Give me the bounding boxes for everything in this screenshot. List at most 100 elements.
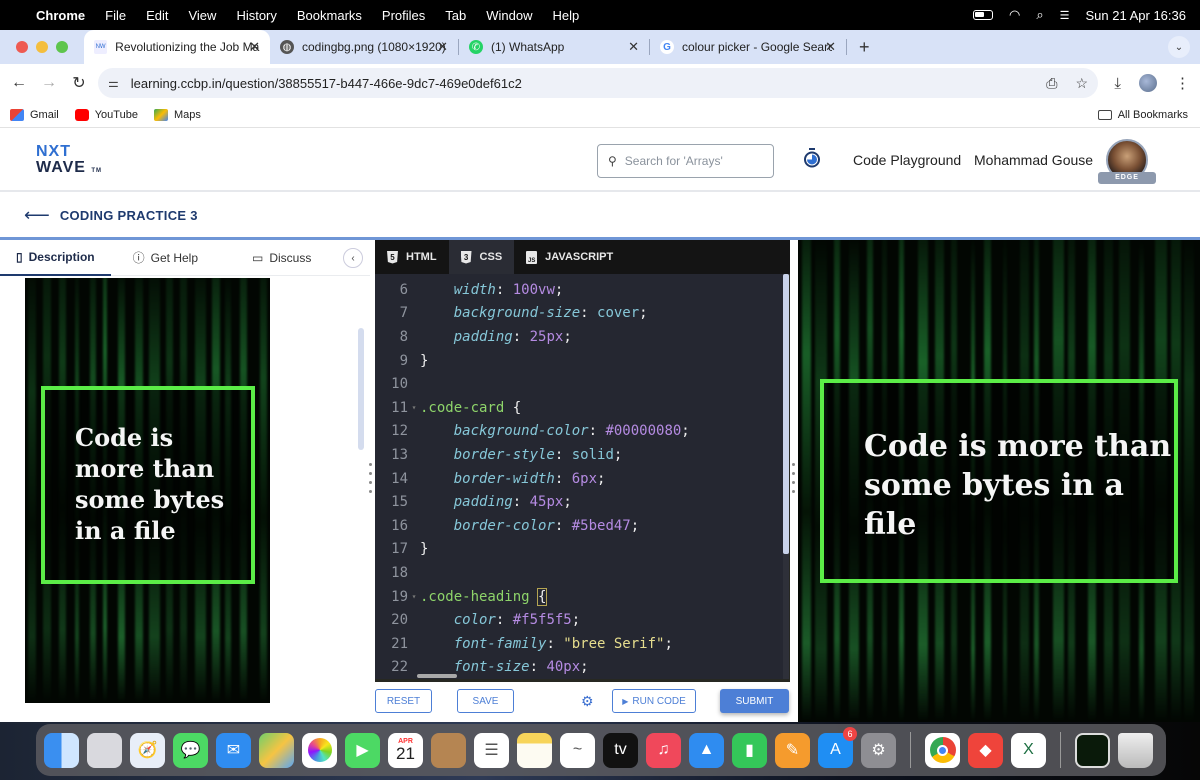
code-playground-link[interactable]: Code Playground bbox=[853, 152, 961, 168]
code-line[interactable]: 7 background-size: cover; bbox=[375, 302, 648, 326]
tab-colour-picker[interactable]: G colour picker - Google Searc ✕ bbox=[650, 30, 846, 64]
fold-toggle-icon[interactable]: ▾ bbox=[408, 403, 420, 412]
dock-trash-icon[interactable] bbox=[1118, 732, 1153, 768]
forward-icon[interactable]: → bbox=[34, 74, 64, 92]
all-bookmarks[interactable]: All Bookmarks bbox=[1097, 109, 1188, 121]
menu-app-name[interactable]: Chrome bbox=[36, 8, 85, 23]
scrollbar-thumb[interactable] bbox=[783, 274, 789, 554]
code-line[interactable]: 9} bbox=[375, 349, 429, 373]
code-line[interactable]: 14 border-width: 6px; bbox=[375, 467, 605, 491]
code-line[interactable]: 19 ▾ .code-heading { bbox=[375, 585, 548, 609]
dock-numbers-icon[interactable]: ▮ bbox=[732, 732, 767, 768]
code-line[interactable]: 12 background-color: #00000080; bbox=[375, 420, 690, 444]
dock-photos-icon[interactable] bbox=[302, 732, 337, 768]
code-line[interactable]: 22 font-size: 40px; bbox=[375, 656, 588, 679]
close-tab-icon[interactable]: ✕ bbox=[437, 39, 448, 55]
menu-window[interactable]: Window bbox=[486, 8, 532, 23]
url-bar[interactable]: ⚌ learning.ccbp.in/question/38855517-b44… bbox=[98, 68, 1098, 98]
dock-tv-icon[interactable]: tv bbox=[603, 732, 638, 768]
collapse-panel-chevron-icon[interactable]: ‹ bbox=[343, 248, 363, 268]
dock-calendar-icon[interactable]: APR 21 bbox=[388, 732, 423, 768]
user-name[interactable]: Mohammad Gouse bbox=[974, 152, 1093, 168]
bookmark-star-icon[interactable]: ☆ bbox=[1075, 75, 1088, 92]
code-line[interactable]: 8 padding: 25px; bbox=[375, 325, 572, 349]
code-area[interactable]: 6 width: 100vw; 7 background-size: cover;… bbox=[375, 274, 783, 679]
more-menu-icon[interactable]: ⋮ bbox=[1175, 74, 1190, 92]
new-tab-icon[interactable]: + bbox=[859, 37, 870, 58]
dock-notes-icon[interactable] bbox=[517, 732, 552, 768]
editor-horizontal-scrollbar[interactable] bbox=[417, 674, 457, 678]
code-line[interactable]: 15 padding: 45px; bbox=[375, 490, 572, 514]
menu-file[interactable]: File bbox=[105, 8, 126, 23]
menu-tab[interactable]: Tab bbox=[445, 8, 466, 23]
dock-app-store-icon[interactable]: A6 bbox=[818, 726, 857, 768]
tab-css[interactable]: 3 CSS bbox=[448, 240, 515, 274]
close-tab-icon[interactable]: ✕ bbox=[249, 39, 260, 55]
wifi-icon[interactable]: ◠ bbox=[1009, 7, 1020, 23]
control-center-icon[interactable]: ☰ bbox=[1060, 9, 1070, 22]
reload-icon[interactable]: ↻ bbox=[64, 73, 94, 93]
dock-reminders-icon[interactable]: ☰ bbox=[474, 732, 509, 768]
reset-button[interactable]: RESET bbox=[375, 689, 432, 713]
site-info-icon[interactable]: ⚌ bbox=[108, 76, 119, 90]
dock-contacts-icon[interactable] bbox=[431, 732, 466, 768]
editor-vertical-scrollbar[interactable] bbox=[783, 274, 789, 679]
dock-launchpad-icon[interactable] bbox=[87, 732, 122, 768]
menu-profiles[interactable]: Profiles bbox=[382, 8, 425, 23]
code-line[interactable]: 6 width: 100vw; bbox=[375, 278, 564, 302]
close-tab-icon[interactable]: ✕ bbox=[825, 39, 836, 55]
bookmark-youtube[interactable]: YouTube bbox=[74, 108, 138, 121]
menu-history[interactable]: History bbox=[236, 8, 276, 23]
dock-music-icon[interactable]: ♫ bbox=[646, 732, 681, 768]
bookmark-maps[interactable]: Maps bbox=[153, 108, 201, 121]
dock-finder-icon[interactable] bbox=[44, 732, 79, 768]
run-code-button[interactable]: ▶ RUN CODE bbox=[612, 689, 696, 713]
dock-anydesk-icon[interactable]: ◆ bbox=[968, 732, 1003, 768]
tab-discuss[interactable]: ▭ Discuss bbox=[236, 240, 327, 276]
menu-edit[interactable]: Edit bbox=[146, 8, 168, 23]
bookmark-gmail[interactable]: Gmail bbox=[10, 108, 59, 121]
dock-safari-icon[interactable]: 🧭 bbox=[130, 732, 165, 768]
dock-minimized-window-thumbnail[interactable] bbox=[1075, 732, 1110, 768]
code-line[interactable]: 16 border-color: #5bed47; bbox=[375, 514, 639, 538]
tab-whatsapp[interactable]: ✆ (1) WhatsApp ✕ bbox=[459, 30, 649, 64]
fold-toggle-icon[interactable]: ▾ bbox=[408, 592, 420, 601]
dock-messages-icon[interactable]: 💬 bbox=[173, 732, 208, 768]
clock[interactable]: Sun 21 Apr 16:36 bbox=[1086, 8, 1186, 23]
maximize-window-button[interactable] bbox=[56, 41, 68, 53]
right-resize-handle[interactable] bbox=[792, 463, 795, 493]
dock-freeform-icon[interactable]: ~ bbox=[560, 732, 595, 768]
url-text[interactable]: learning.ccbp.in/question/38855517-b447-… bbox=[131, 76, 522, 91]
dock-keynote-icon[interactable]: ▲ bbox=[689, 732, 724, 768]
save-button[interactable]: SAVE bbox=[457, 689, 514, 713]
code-line[interactable]: 21 font-family: "bree Serif"; bbox=[375, 632, 673, 656]
menu-help[interactable]: Help bbox=[553, 8, 580, 23]
tab-get-help[interactable]: ⓘ Get Help bbox=[117, 240, 214, 276]
minimize-window-button[interactable] bbox=[36, 41, 48, 53]
stopwatch-icon[interactable] bbox=[803, 148, 821, 168]
back-icon[interactable]: ← bbox=[4, 74, 34, 92]
install-app-icon[interactable]: ⎙ bbox=[1046, 75, 1057, 92]
tab-description[interactable]: ▯ Description bbox=[0, 240, 111, 276]
spotlight-search-icon[interactable]: ⌕ bbox=[1036, 7, 1043, 23]
code-line[interactable]: 18 bbox=[375, 561, 420, 585]
code-line[interactable]: 11 ▾ .code-card { bbox=[375, 396, 521, 420]
left-resize-handle[interactable] bbox=[369, 463, 372, 493]
settings-gear-icon[interactable]: ⚙ bbox=[581, 694, 595, 708]
dock-maps-icon[interactable] bbox=[259, 732, 294, 768]
close-window-button[interactable] bbox=[16, 41, 28, 53]
tab-revolutionizing[interactable]: NW Revolutionizing the Job Mark ✕ bbox=[84, 30, 270, 64]
tab-codingbg[interactable]: ◍ codingbg.png (1080×1920) ✕ bbox=[270, 30, 458, 64]
menu-view[interactable]: View bbox=[188, 8, 216, 23]
menu-bookmarks[interactable]: Bookmarks bbox=[297, 8, 362, 23]
search-input[interactable]: ⚲ Search for 'Arrays' bbox=[597, 144, 774, 178]
code-line[interactable]: 10 bbox=[375, 372, 420, 396]
battery-icon[interactable] bbox=[973, 10, 994, 20]
dock-pages-icon[interactable]: ✎ bbox=[775, 732, 810, 768]
tab-javascript[interactable]: JS JAVASCRIPT bbox=[514, 240, 625, 274]
tab-html[interactable]: 5 HTML bbox=[375, 240, 449, 274]
nxtwave-logo[interactable]: NXT WAVE TM bbox=[36, 144, 102, 179]
back-arrow-icon[interactable]: ⟵ bbox=[24, 205, 50, 226]
code-line[interactable]: 13 border-style: solid; bbox=[375, 443, 622, 467]
code-line[interactable]: 20 color: #f5f5f5; bbox=[375, 608, 580, 632]
